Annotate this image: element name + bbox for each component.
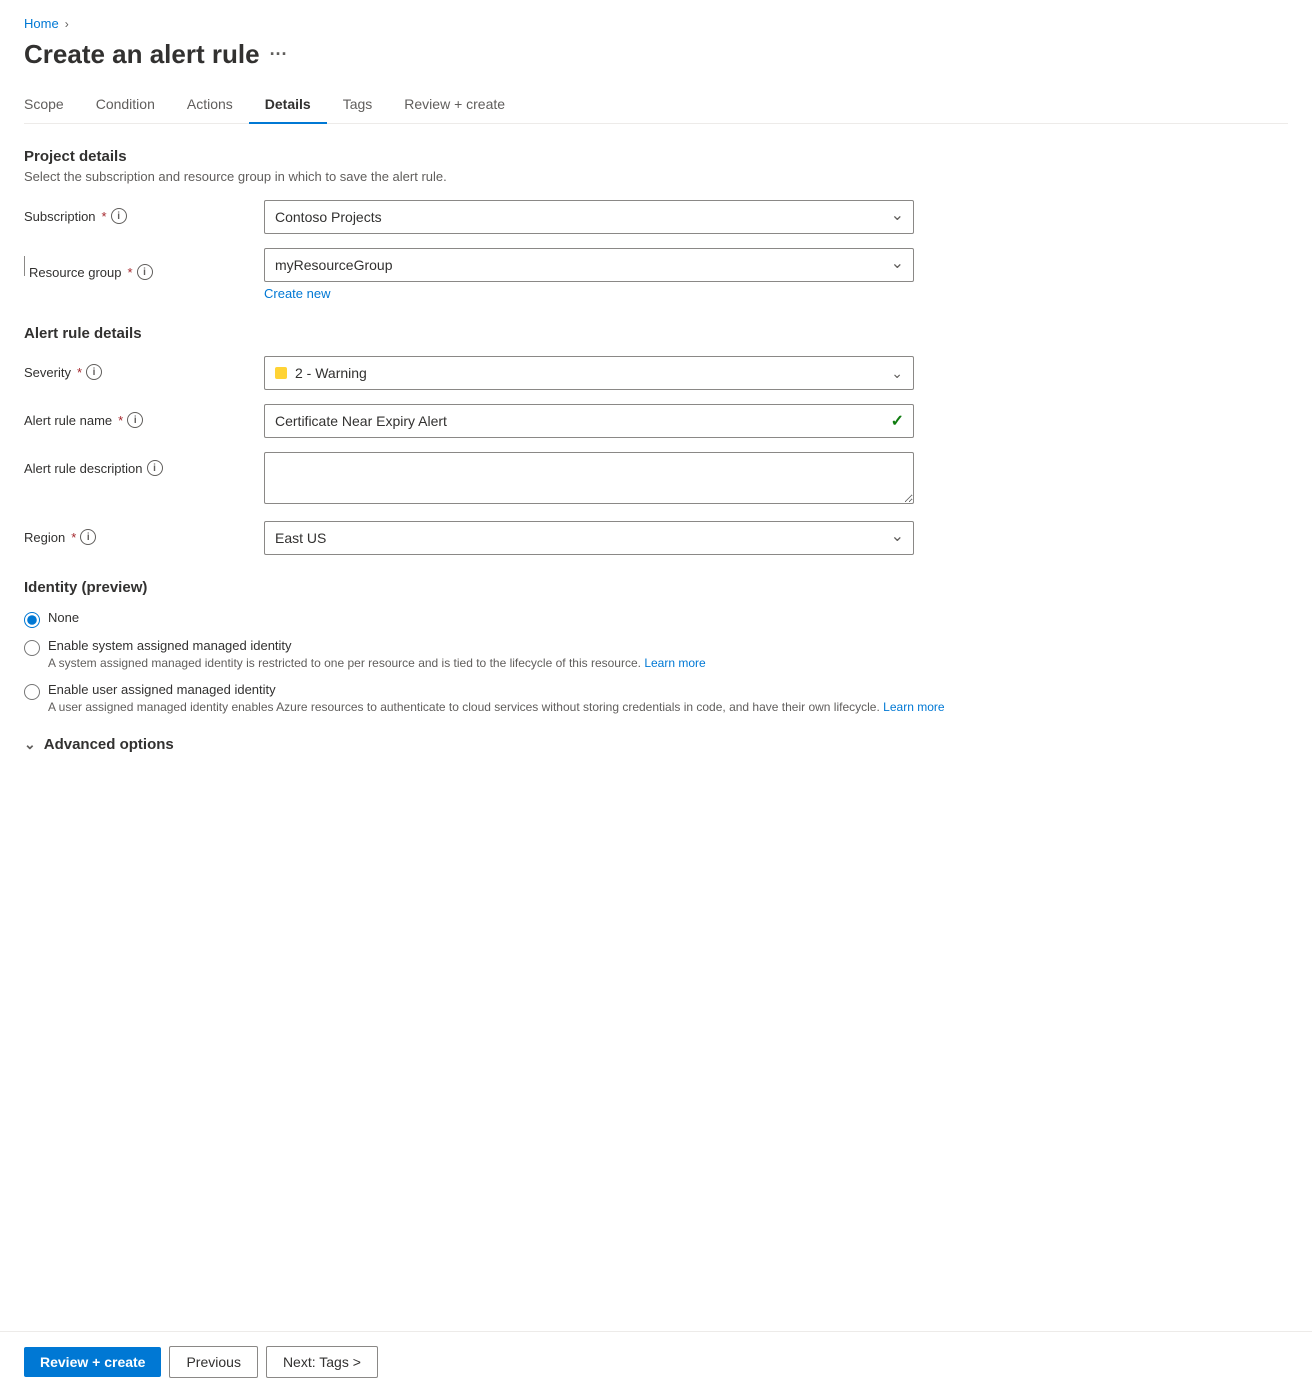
subscription-control-wrap: Contoso Projects [264,200,914,234]
project-details-description: Select the subscription and resource gro… [24,169,1288,184]
subscription-row: Subscription * i Contoso Projects [24,200,1288,234]
alert-rule-name-info-icon[interactable]: i [127,412,143,428]
identity-system-learn-more-link[interactable]: Learn more [644,656,705,670]
tab-tags[interactable]: Tags [327,86,389,124]
identity-none-option: None [24,610,1288,628]
subscription-info-icon[interactable]: i [111,208,127,224]
page-title-ellipsis[interactable]: ··· [270,44,288,65]
advanced-options-label: Advanced options [44,736,174,753]
tab-actions[interactable]: Actions [171,86,249,124]
identity-system-label: Enable system assigned managed identity [48,638,706,653]
severity-row: Severity * i 2 - Warning ⌄ [24,356,1288,390]
subscription-select[interactable]: Contoso Projects [264,200,914,234]
alert-rule-name-row: Alert rule name * i ✓ [24,404,1288,438]
next-tags-button[interactable]: Next: Tags > [266,1346,378,1378]
project-details-title: Project details [24,148,1288,165]
region-required: * [71,530,76,545]
region-control-wrap: East US [264,521,914,555]
region-select-wrapper: East US [264,521,914,555]
alert-rule-name-label: Alert rule name * i [24,404,264,428]
resource-group-select-wrapper: myResourceGroup [264,248,914,282]
tabs-bar: Scope Condition Actions Details Tags Rev… [24,86,1288,124]
review-create-button[interactable]: Review + create [24,1347,161,1377]
breadcrumb-home-link[interactable]: Home [24,16,59,31]
breadcrumb: Home › [24,16,1288,31]
resource-group-label: Resource group * i [25,256,265,280]
alert-rule-name-check-icon: ✓ [891,411,904,431]
breadcrumb-chevron: › [65,17,69,31]
alert-rule-details-title: Alert rule details [24,325,1288,342]
resource-group-control-wrap: myResourceGroup Create new [264,248,914,301]
tab-details[interactable]: Details [249,86,327,124]
advanced-options-chevron-icon: ⌄ [24,736,36,753]
identity-user-learn-more-link[interactable]: Learn more [883,700,944,714]
subscription-label: Subscription * i [24,200,264,224]
subscription-select-wrapper: Contoso Projects [264,200,914,234]
severity-selector[interactable]: 2 - Warning ⌄ [264,356,914,390]
identity-user-label: Enable user assigned managed identity [48,682,945,697]
resource-group-required: * [128,265,133,280]
tab-condition[interactable]: Condition [80,86,171,124]
project-details-section: Project details Select the subscription … [24,148,1288,301]
severity-label: Severity * i [24,356,264,380]
identity-title: Identity (preview) [24,579,1288,596]
identity-none-radio[interactable] [24,612,40,628]
region-row: Region * i East US [24,521,1288,555]
alert-rule-description-info-icon[interactable]: i [147,460,163,476]
alert-rule-name-input-wrapper: ✓ [264,404,914,438]
page-title: Create an alert rule [24,39,260,70]
alert-rule-description-label: Alert rule description i [24,452,264,476]
region-info-icon[interactable]: i [80,529,96,545]
alert-rule-name-required: * [118,413,123,428]
resource-group-select[interactable]: myResourceGroup [264,248,914,282]
identity-none-label: None [48,610,79,625]
identity-system-option: Enable system assigned managed identity … [24,638,1288,672]
alert-rule-description-control-wrap [264,452,914,507]
resource-group-label-wrap: Resource group * i [24,248,264,280]
identity-user-option: Enable user assigned managed identity A … [24,682,1288,716]
tab-scope[interactable]: Scope [24,86,80,124]
advanced-options-toggle[interactable]: ⌄ Advanced options [24,736,1288,753]
identity-system-description: A system assigned managed identity is re… [48,655,706,672]
severity-value: 2 - Warning [295,365,903,381]
alert-rule-name-control-wrap: ✓ [264,404,914,438]
create-new-link[interactable]: Create new [264,286,330,301]
identity-system-radio[interactable] [24,640,40,656]
severity-required: * [77,365,82,380]
bottom-bar: Review + create Previous Next: Tags > [0,1331,1312,1392]
subscription-required: * [102,209,107,224]
tab-review-create[interactable]: Review + create [388,86,521,124]
alert-rule-name-input[interactable] [264,404,914,438]
region-label: Region * i [24,521,264,545]
severity-dot [275,367,287,379]
alert-rule-details-section: Alert rule details Severity * i 2 - Warn… [24,325,1288,555]
region-select[interactable]: East US [264,521,914,555]
identity-user-radio[interactable] [24,684,40,700]
identity-user-description: A user assigned managed identity enables… [48,699,945,716]
alert-rule-description-row: Alert rule description i [24,452,1288,507]
severity-chevron-icon: ⌄ [891,365,903,382]
severity-control-wrap: 2 - Warning ⌄ [264,356,914,390]
severity-info-icon[interactable]: i [86,364,102,380]
alert-rule-description-input[interactable] [264,452,914,504]
resource-group-info-icon[interactable]: i [137,264,153,280]
previous-button[interactable]: Previous [169,1346,257,1378]
page-title-container: Create an alert rule ··· [24,39,1288,70]
resource-group-row: Resource group * i myResourceGroup Creat… [24,248,1288,301]
identity-section: Identity (preview) None Enable system as… [24,579,1288,716]
